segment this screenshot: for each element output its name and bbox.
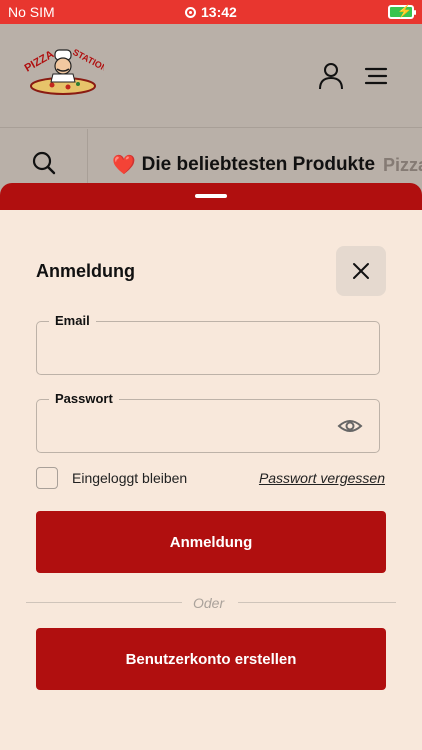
eye-icon[interactable]: [337, 416, 363, 436]
divider-text: Oder: [193, 595, 225, 611]
svg-text:STATION: STATION: [71, 47, 104, 74]
create-account-button[interactable]: Benutzerkonto erstellen: [36, 628, 386, 690]
login-sheet: Anmeldung Email Passwort Eingeloggt blei…: [0, 210, 422, 750]
battery-charging-icon: ⚡: [388, 4, 416, 19]
forgot-password-link[interactable]: Passwort vergessen: [259, 470, 385, 486]
status-bar: No SIM 13:42 ⚡: [0, 0, 422, 24]
email-input[interactable]: [37, 322, 379, 374]
remember-me-checkbox[interactable]: [36, 467, 58, 489]
category-tab-pizza[interactable]: Pizza: [383, 155, 422, 176]
status-time-group: 13:42: [185, 4, 237, 20]
search-icon: [32, 151, 56, 175]
status-time: 13:42: [201, 4, 237, 20]
close-icon: [353, 263, 369, 279]
login-button[interactable]: Anmeldung: [36, 511, 386, 573]
carrier-label: No SIM: [8, 4, 55, 20]
close-button[interactable]: [336, 246, 386, 296]
password-input[interactable]: [37, 400, 379, 452]
screen-record-icon: [185, 6, 196, 18]
app-header: PIZZA STATION: [0, 24, 422, 128]
sheet-header-bar: [0, 183, 422, 211]
user-icon[interactable]: [318, 62, 344, 90]
heart-icon: ❤️: [112, 155, 136, 176]
pizza-chef-logo[interactable]: PIZZA STATION: [22, 46, 109, 98]
category-tab-popular[interactable]: ❤️ Die beliebtesten Produkte: [112, 153, 375, 177]
divider-line-right: [238, 602, 396, 603]
sheet-title: Anmeldung: [36, 261, 135, 281]
divider-line-left: [26, 602, 182, 603]
category-tab-label: Die beliebtesten Produkte: [141, 154, 376, 175]
email-field[interactable]: Email: [36, 313, 380, 375]
search-button[interactable]: [0, 129, 88, 189]
svg-text:PIZZA: PIZZA: [23, 48, 57, 74]
sheet-drag-handle[interactable]: [195, 194, 227, 198]
hamburger-menu-icon[interactable]: [364, 66, 388, 86]
category-bar: ❤️ Die beliebtesten Produkte Pizza: [0, 129, 422, 189]
or-divider: Oder: [26, 593, 396, 613]
password-field[interactable]: Passwort: [36, 391, 380, 453]
remember-me-label[interactable]: Eingeloggt bleiben: [72, 470, 187, 486]
